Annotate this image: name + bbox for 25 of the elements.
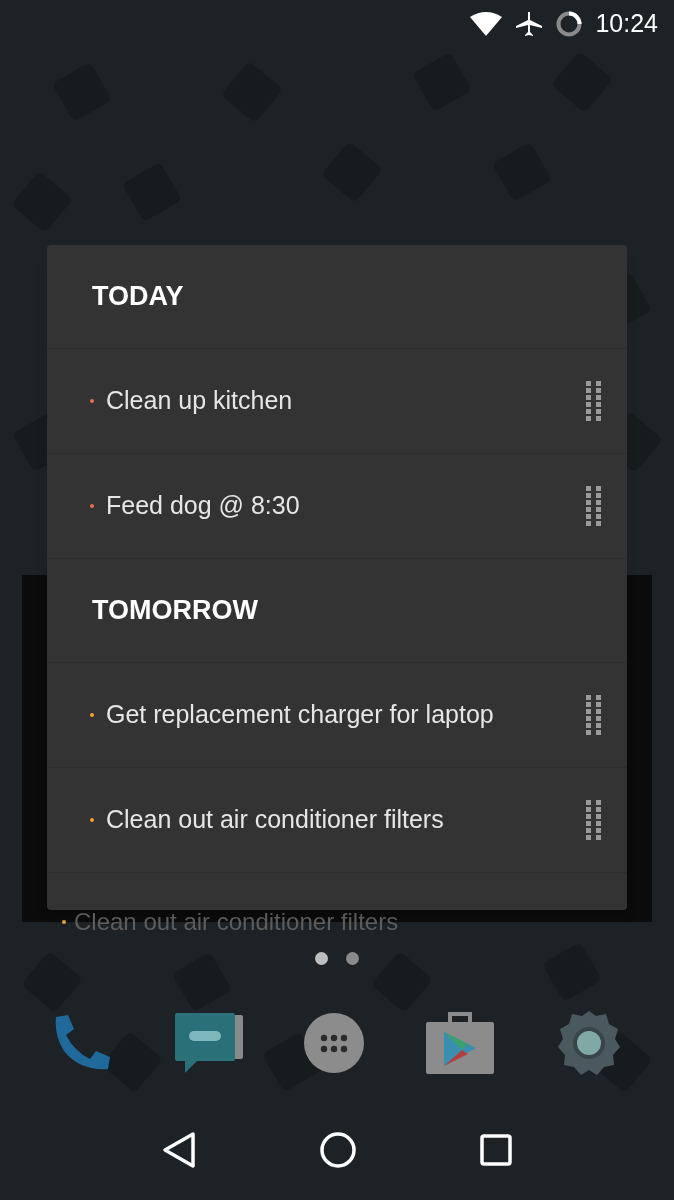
- drag-handle-icon[interactable]: [586, 695, 602, 735]
- status-time: 10:24: [595, 8, 658, 40]
- home-icon[interactable]: [319, 1131, 357, 1169]
- drag-handle-icon[interactable]: [586, 486, 602, 526]
- task-item[interactable]: Feed dog @ 8:30: [47, 454, 627, 559]
- task-text: Clean up kitchen: [106, 385, 294, 417]
- shopping-bag-icon[interactable]: [423, 1010, 496, 1076]
- wifi-icon: [469, 11, 504, 37]
- battery-ring-icon: [555, 10, 584, 38]
- drag-handle-icon[interactable]: [586, 800, 602, 840]
- section-heading: TOMORROW: [92, 594, 258, 628]
- chat-bubble-icon[interactable]: [172, 1011, 245, 1075]
- airplane-icon: [515, 10, 544, 38]
- back-icon[interactable]: [161, 1130, 197, 1170]
- task-item[interactable]: Get replacement charger for laptop: [47, 663, 627, 768]
- task-item[interactable]: Clean up kitchen: [47, 349, 627, 454]
- drag-handle-icon[interactable]: [586, 381, 602, 421]
- recents-icon[interactable]: [479, 1133, 513, 1167]
- task-text: Feed dog @ 8:30: [106, 490, 301, 522]
- task-text: Clean out air conditioner filters: [74, 907, 399, 937]
- app-grid-icon[interactable]: [303, 1012, 365, 1074]
- task-text: Get replacement charger for laptop: [106, 699, 495, 731]
- section-heading: TODAY: [92, 280, 184, 314]
- task-text: Clean out air conditioner filters: [106, 804, 445, 836]
- task-item[interactable]: Clean out air conditioner filters: [47, 768, 627, 873]
